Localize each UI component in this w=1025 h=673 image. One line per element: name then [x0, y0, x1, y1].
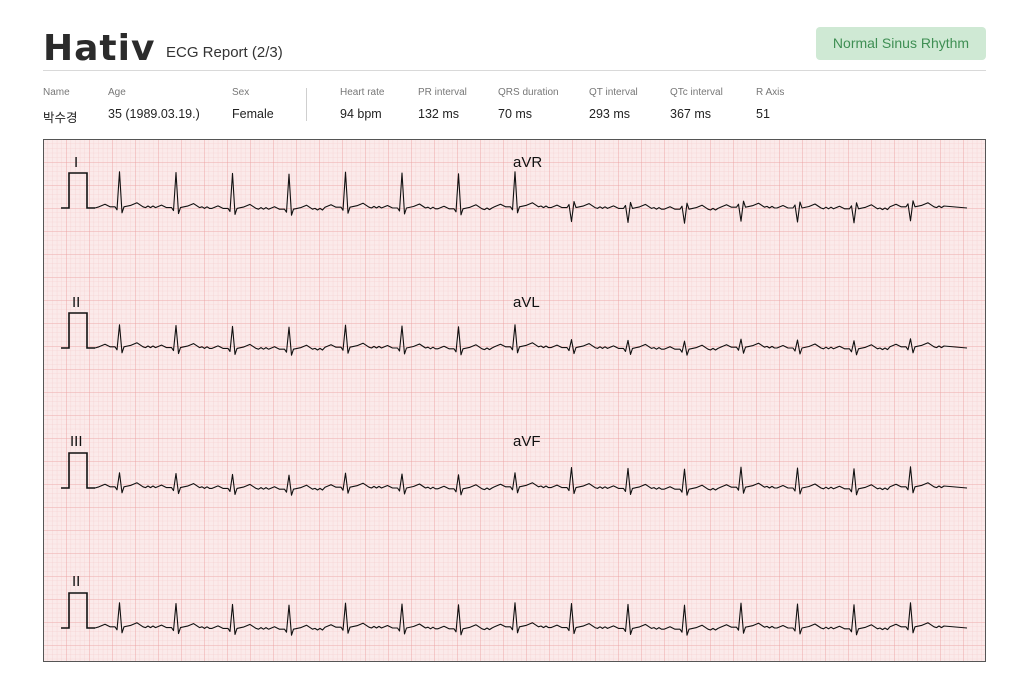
- qtc-interval-label: QTc interval: [670, 87, 723, 98]
- age-value: 35 (1989.03.19.): [108, 107, 200, 121]
- lead-label-ii-rhythm: II: [72, 573, 80, 590]
- name-value: 박수경: [43, 111, 78, 125]
- patient-name-field: Name 박수경: [43, 87, 78, 126]
- lead-label-iii: III: [70, 433, 83, 450]
- lead-label-ii: II: [72, 294, 80, 311]
- report-title: ECG Report (2/3): [166, 44, 283, 61]
- ecg-grid: [43, 139, 986, 662]
- patient-age-field: Age 35 (1989.03.19.): [108, 87, 200, 121]
- qtc-interval-field: QTc interval 367 ms: [670, 87, 723, 121]
- lead-label-avr: aVR: [513, 154, 542, 171]
- r-axis-value: 51: [756, 107, 770, 121]
- heart-rate-label: Heart rate: [340, 87, 385, 98]
- ecg-strip-area: I aVR II aVL III aVF II: [43, 139, 986, 662]
- heart-rate-value: 94 bpm: [340, 107, 382, 121]
- pr-interval-label: PR interval: [418, 87, 467, 98]
- r-axis-label: R Axis: [756, 87, 785, 98]
- rhythm-status-badge: Normal Sinus Rhythm: [816, 27, 986, 60]
- r-axis-field: R Axis 51: [756, 87, 784, 121]
- info-divider: [306, 88, 307, 121]
- qrs-duration-label: QRS duration: [498, 87, 559, 98]
- name-label: Name: [43, 87, 70, 98]
- hativ-logo: Hativ: [43, 28, 156, 69]
- heart-rate-field: Heart rate 94 bpm: [340, 87, 384, 121]
- qrs-duration-field: QRS duration 70 ms: [498, 87, 559, 121]
- qtc-interval-value: 367 ms: [670, 107, 711, 121]
- qt-interval-value: 293 ms: [589, 107, 630, 121]
- lead-label-i: I: [74, 154, 78, 171]
- age-label: Age: [108, 87, 126, 98]
- ecg-grid-svg: I aVR II aVL III aVF II: [43, 139, 986, 662]
- pr-interval-field: PR interval 132 ms: [418, 87, 467, 121]
- qt-interval-label: QT interval: [589, 87, 638, 98]
- sex-label: Sex: [232, 87, 250, 98]
- sex-value: Female: [232, 107, 274, 121]
- lead-label-avf: aVF: [513, 433, 541, 450]
- report-header: Hativ ECG Report (2/3) Normal Sinus Rhyt…: [43, 24, 986, 71]
- qrs-duration-value: 70 ms: [498, 107, 533, 121]
- qt-interval-field: QT interval 293 ms: [589, 87, 638, 121]
- patient-sex-field: Sex Female: [232, 87, 274, 121]
- pr-interval-value: 132 ms: [418, 107, 459, 121]
- lead-label-avl: aVL: [513, 294, 540, 311]
- patient-info-bar: Name 박수경 Age 35 (1989.03.19.) Sex Female…: [0, 87, 1025, 127]
